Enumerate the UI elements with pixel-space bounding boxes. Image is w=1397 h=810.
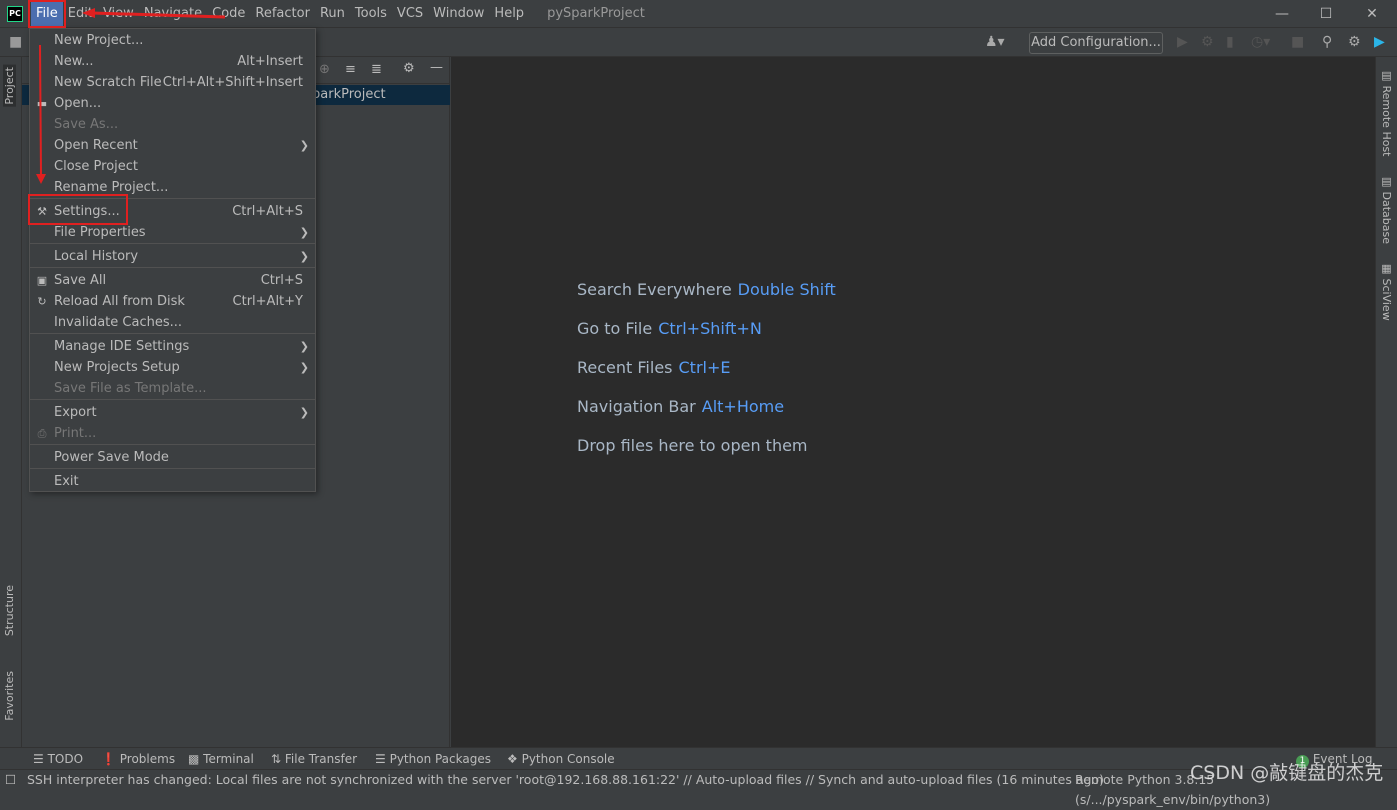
arrow-head: [82, 8, 95, 18]
annotation-arrow-to-file: [91, 11, 226, 19]
annotation-box-settings: [28, 194, 128, 225]
arrow-head: [36, 174, 46, 184]
annotation-box-file: [28, 0, 66, 28]
annotation-arrow-to-settings: [39, 44, 42, 177]
annotation-overlay: [28, 0, 226, 225]
